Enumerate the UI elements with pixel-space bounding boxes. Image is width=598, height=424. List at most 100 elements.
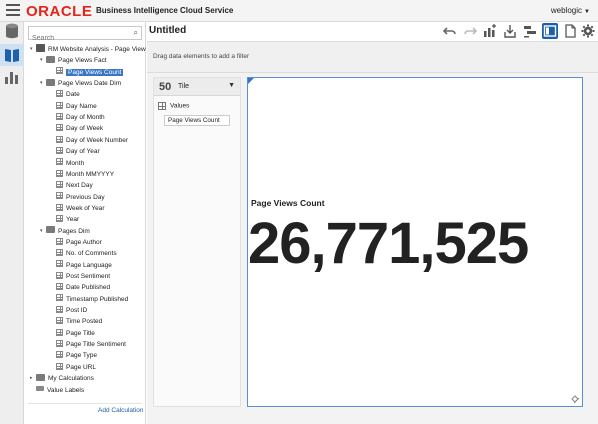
add-chart-icon — [484, 24, 496, 37]
tree-item-label: Week of Year — [66, 204, 105, 212]
tree-item[interactable]: Day of Week Number — [50, 135, 128, 146]
tree-item[interactable]: No. of Comments — [50, 248, 117, 259]
search-input[interactable] — [29, 32, 125, 45]
search-icon[interactable]: ⌕ — [134, 28, 138, 38]
tree-item[interactable]: Value Labels — [30, 385, 84, 396]
column-icon — [56, 328, 63, 336]
redo-button[interactable] — [462, 23, 478, 39]
visualizations-button[interactable] — [3, 68, 21, 86]
column-icon — [56, 317, 63, 325]
product-name: Business Intelligence Cloud Service — [96, 6, 234, 15]
tree-item[interactable]: Post ID — [50, 305, 87, 316]
tree-item[interactable]: Next Day — [50, 180, 93, 191]
tree-item[interactable]: ▸ My Calculations — [30, 373, 94, 384]
layout-icon — [524, 26, 536, 38]
tree-item[interactable]: Year — [50, 214, 79, 225]
tile-visualization[interactable]: Page Views Count 26,771,525 — [247, 77, 583, 407]
panel-toggle-button[interactable] — [542, 23, 558, 39]
tree-item-label: Date Published — [66, 284, 111, 292]
tree-item-label: Month MMYYYY — [66, 170, 115, 178]
tree-item-label: Timestamp Published — [66, 295, 129, 303]
tree-item[interactable]: Page URL — [50, 362, 96, 373]
column-icon — [56, 169, 63, 177]
tree-item-label: Pages Dim — [58, 227, 90, 235]
tree-item[interactable]: Month MMYYYY — [50, 169, 114, 180]
export-button[interactable] — [502, 23, 518, 39]
tree-item[interactable]: Post Sentiment — [50, 271, 110, 282]
tree-item-label: Page Title — [66, 329, 95, 337]
folder-icon — [36, 373, 45, 381]
tree-item[interactable]: Day Name — [50, 101, 97, 112]
tree-item-label: Post ID — [66, 307, 88, 315]
tree-item[interactable]: ▾ RM Website Analysis - Page View — [30, 44, 146, 55]
tree-item[interactable]: Day of Week — [50, 123, 103, 134]
add-calculation-link[interactable]: Add Calculation — [98, 407, 144, 414]
viz-type-selector[interactable]: 50 Tile ▼ — [154, 78, 240, 96]
tree-item[interactable]: Page Author — [50, 237, 102, 248]
tree-item-label: Page Views Date Dim — [58, 80, 122, 88]
tree-item-label: Page Views Count — [66, 68, 124, 76]
filter-hint: Drag data elements to add a filter — [153, 53, 250, 60]
undo-button[interactable] — [442, 23, 458, 39]
tree-item[interactable]: Day of Year — [50, 146, 100, 157]
tree-item-label: No. of Comments — [66, 250, 117, 258]
tree-item-label: Value Labels — [47, 386, 85, 394]
data-sources-button[interactable] — [3, 22, 21, 40]
export-icon — [504, 25, 516, 38]
tree-item[interactable]: Page Language — [50, 260, 112, 271]
column-icon — [56, 203, 63, 211]
label-icon — [36, 386, 44, 392]
bar-chart-icon — [5, 72, 18, 84]
tree-item[interactable]: Date — [50, 89, 80, 100]
tree-item[interactable]: ▾ Page Views Date Dim — [40, 78, 121, 89]
tree-item[interactable]: Previous Day — [50, 192, 105, 203]
tree-item[interactable]: Page Title Sentiment — [50, 339, 126, 350]
tree-item[interactable]: Month — [50, 158, 84, 169]
column-icon — [56, 101, 63, 109]
column-icon — [56, 260, 63, 268]
settings-button[interactable] — [580, 23, 596, 39]
tree-item-label: My Calculations — [48, 375, 94, 383]
tree-item-label: Day of Month — [66, 114, 105, 122]
tree-item-label: Time Posted — [66, 318, 103, 326]
tree-item[interactable]: Date Published — [50, 282, 110, 293]
column-icon — [56, 124, 63, 132]
resize-handle-icon[interactable] — [570, 394, 580, 404]
tree-item[interactable]: ▾ Pages Dim — [40, 226, 90, 237]
folder-icon — [46, 78, 55, 86]
add-visualization-button[interactable] — [482, 23, 498, 39]
hamburger-menu-icon[interactable] — [6, 4, 20, 17]
filter-bar[interactable]: Drag data elements to add a filter — [147, 41, 598, 73]
column-icon — [56, 215, 63, 223]
user-menu[interactable]: weblogic ▼ — [551, 6, 590, 15]
tree-item[interactable]: Page Views Count — [50, 67, 124, 78]
tree-item[interactable]: Week of Year — [50, 203, 105, 214]
layout-button[interactable] — [522, 23, 538, 39]
tree-item-label: Day of Week — [66, 125, 104, 133]
column-icon — [56, 305, 63, 313]
viz-type-label: Tile — [178, 83, 190, 90]
tree-item-label: Day of Week Number — [66, 136, 129, 144]
tree-item[interactable]: Page Type — [50, 350, 97, 361]
tree-item[interactable]: Time Posted — [50, 316, 102, 327]
tree-item[interactable]: ▾ Page Views Fact — [40, 55, 107, 66]
value-item[interactable]: Page Views Count — [164, 115, 230, 126]
column-icon — [56, 237, 63, 245]
oracle-logo: ORACLE — [26, 3, 93, 20]
tree-item-label: Page Language — [66, 261, 112, 269]
toolbar — [442, 23, 596, 39]
column-icon — [56, 271, 63, 279]
tree-item[interactable]: Timestamp Published — [50, 294, 128, 305]
tree-item[interactable]: Page Title — [50, 328, 95, 339]
page-button[interactable] — [562, 23, 578, 39]
column-icon — [56, 351, 63, 359]
column-icon — [56, 158, 63, 166]
column-icon — [56, 135, 63, 143]
undo-icon — [442, 27, 456, 35]
column-icon — [56, 339, 63, 347]
chevron-down-icon: ▼ — [584, 9, 590, 15]
data-elements-button[interactable] — [0, 44, 24, 66]
search-box: ⌕ — [28, 26, 142, 45]
column-icon — [56, 180, 63, 188]
tree-item[interactable]: Day of Month — [50, 112, 105, 123]
